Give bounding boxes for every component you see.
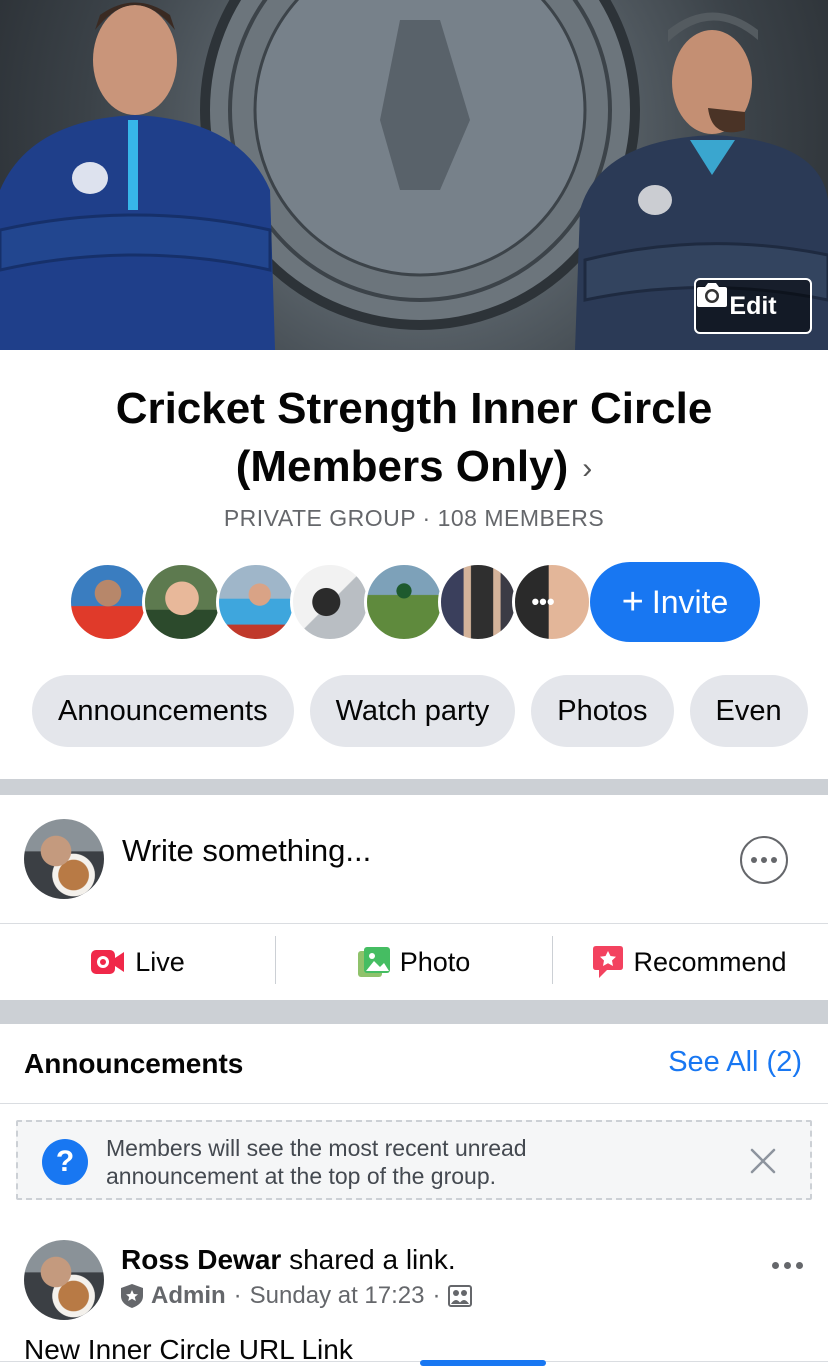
avatar[interactable] xyxy=(290,562,370,642)
tab-events[interactable]: Even xyxy=(689,675,808,747)
recommend-button[interactable]: Recommend xyxy=(552,924,828,1000)
more-dot xyxy=(772,1262,779,1269)
post-action-text: shared a link. xyxy=(289,1244,456,1275)
scroll-indicator xyxy=(420,1360,546,1366)
section-divider xyxy=(0,1000,828,1024)
post-timestamp[interactable]: Sunday at 17:23 xyxy=(250,1282,425,1310)
group-title[interactable]: Cricket Strength Inner Circle (Members O… xyxy=(40,380,788,498)
group-tabs: Announcements Watch party Photos Even xyxy=(32,675,828,747)
user-avatar xyxy=(24,819,104,899)
tab-watch-party[interactable]: Watch party xyxy=(309,675,516,747)
announcements-heading: Announcements xyxy=(24,1048,244,1079)
edit-cover-label: Edit xyxy=(729,291,777,320)
announcement-notice: ? Members will see the most recent unrea… xyxy=(16,1120,812,1200)
admin-badge-icon xyxy=(121,1284,143,1308)
post-more-button[interactable] xyxy=(772,1262,803,1269)
recommend-icon xyxy=(593,946,624,978)
avatar[interactable] xyxy=(68,562,148,642)
tab-photos[interactable]: Photos xyxy=(531,675,674,747)
group-title-line-2-text: (Members Only) xyxy=(235,442,569,491)
plus-icon: + xyxy=(621,580,644,623)
camera-icon xyxy=(697,283,727,307)
group-title-line-1: Cricket Strength Inner Circle xyxy=(115,384,713,433)
post-author-name[interactable]: Ross Dewar xyxy=(121,1244,281,1275)
notice-text: Members will see the most recent unread … xyxy=(106,1134,706,1190)
bottom-border xyxy=(0,1361,828,1362)
live-video-icon xyxy=(91,950,125,974)
group-meta: PRIVATE GROUP · 108 MEMBERS xyxy=(223,505,605,531)
live-label: Live xyxy=(135,946,185,977)
divider xyxy=(0,1103,828,1104)
more-dot xyxy=(784,1262,791,1269)
close-icon[interactable] xyxy=(748,1146,778,1176)
chevron-right-icon: › xyxy=(582,452,593,486)
action-separator xyxy=(552,936,553,984)
question-icon: ? xyxy=(42,1139,88,1185)
photo-label: Photo xyxy=(399,946,471,977)
edit-cover-button[interactable]: Edit xyxy=(694,278,812,334)
group-privacy-icon xyxy=(448,1285,473,1307)
more-dot xyxy=(796,1262,803,1269)
more-members-glyph: ••• xyxy=(531,589,555,614)
invite-label: Invite xyxy=(651,583,729,620)
avatar[interactable] xyxy=(438,562,518,642)
more-dot xyxy=(771,857,777,863)
composer-more-button[interactable] xyxy=(740,836,788,884)
section-divider xyxy=(0,779,828,795)
photo-button[interactable]: Photo xyxy=(276,924,552,1000)
notice-line-2: announcement at the top of the group. xyxy=(106,1163,497,1189)
avatar-more[interactable]: ••• xyxy=(512,562,592,642)
more-dot xyxy=(751,857,757,863)
avatar[interactable] xyxy=(216,562,296,642)
tab-announcements[interactable]: Announcements xyxy=(32,675,294,747)
recommend-label: Recommend xyxy=(633,946,787,977)
notice-line-1: Members will see the most recent unread xyxy=(106,1135,527,1161)
post-header: Ross Dewar shared a link. xyxy=(121,1244,456,1276)
member-avatars-row: ••• + Invite xyxy=(68,562,768,642)
composer-actions: Live Photo Recommend xyxy=(0,924,828,1000)
photo-icon xyxy=(357,947,390,977)
invite-button[interactable]: + Invite xyxy=(590,562,760,642)
write-something-input[interactable]: Write something... xyxy=(122,833,371,869)
post-meta: Admin · Sunday at 17:23 · xyxy=(121,1282,473,1310)
avatar[interactable] xyxy=(142,562,222,642)
post-author-avatar[interactable] xyxy=(24,1240,104,1320)
avatar[interactable] xyxy=(364,562,444,642)
admin-label: Admin xyxy=(151,1282,226,1309)
cover-photo[interactable]: Edit xyxy=(0,0,828,350)
action-separator xyxy=(275,936,276,984)
meta-separator: · xyxy=(233,1282,242,1309)
meta-separator: · xyxy=(432,1282,441,1309)
see-all-link[interactable]: See All (2) xyxy=(668,1046,802,1079)
live-button[interactable]: Live xyxy=(0,924,276,1000)
group-title-line-2: (Members Only) › xyxy=(40,438,788,498)
post-composer: Write something... xyxy=(0,795,828,923)
more-dot xyxy=(761,857,767,863)
